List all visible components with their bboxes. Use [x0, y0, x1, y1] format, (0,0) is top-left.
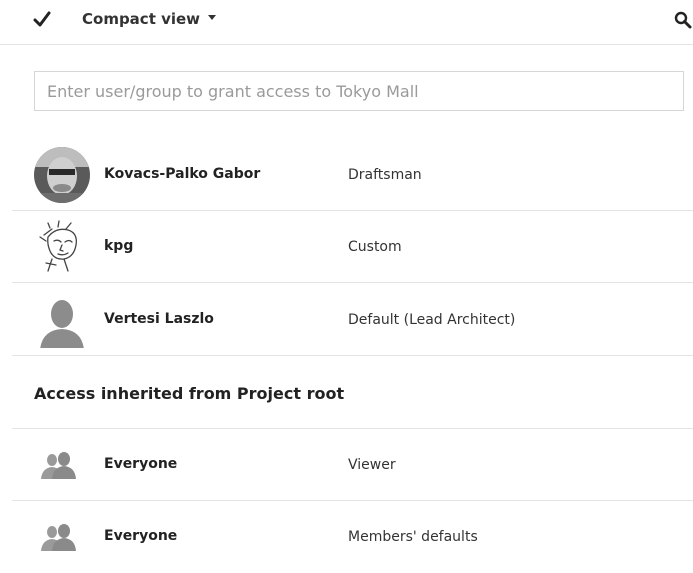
user-row[interactable]: kpg Custom	[0, 211, 693, 283]
row-divider	[12, 355, 693, 356]
search-icon[interactable]	[674, 11, 692, 29]
photo-avatar	[34, 147, 90, 203]
user-name: Kovacs-Palko Gabor	[104, 166, 261, 182]
group-role: Viewer	[348, 457, 396, 473]
inherited-heading: Access inherited from Project root	[34, 384, 345, 403]
sketch-avatar	[39, 220, 77, 272]
default-user-avatar	[40, 300, 84, 348]
user-row[interactable]: Vertesi Laszlo Default (Lead Architect)	[0, 284, 693, 356]
group-name: Everyone	[104, 456, 178, 472]
group-name: Everyone	[104, 528, 178, 544]
group-row[interactable]: Everyone Viewer	[0, 429, 693, 501]
group-row[interactable]: Everyone Members' defaults	[0, 501, 693, 573]
grant-access-input[interactable]	[34, 71, 684, 111]
group-icon	[41, 524, 76, 551]
toolbar: Compact view	[0, 0, 693, 45]
compact-view-dropdown[interactable]: Compact view	[82, 10, 217, 28]
user-row[interactable]: Kovacs-Palko Gabor Draftsman	[0, 139, 693, 211]
user-name: kpg	[104, 238, 134, 254]
user-role[interactable]: Custom	[348, 239, 402, 255]
user-role[interactable]: Draftsman	[348, 167, 422, 183]
user-role[interactable]: Default (Lead Architect)	[348, 312, 515, 328]
caret-down-icon	[208, 15, 217, 20]
row-divider	[12, 282, 693, 283]
checkmark-icon[interactable]	[33, 10, 51, 28]
group-role: Members' defaults	[348, 529, 478, 545]
group-icon	[41, 452, 76, 479]
user-name: Vertesi Laszlo	[104, 311, 214, 327]
compact-view-label: Compact view	[82, 10, 201, 28]
